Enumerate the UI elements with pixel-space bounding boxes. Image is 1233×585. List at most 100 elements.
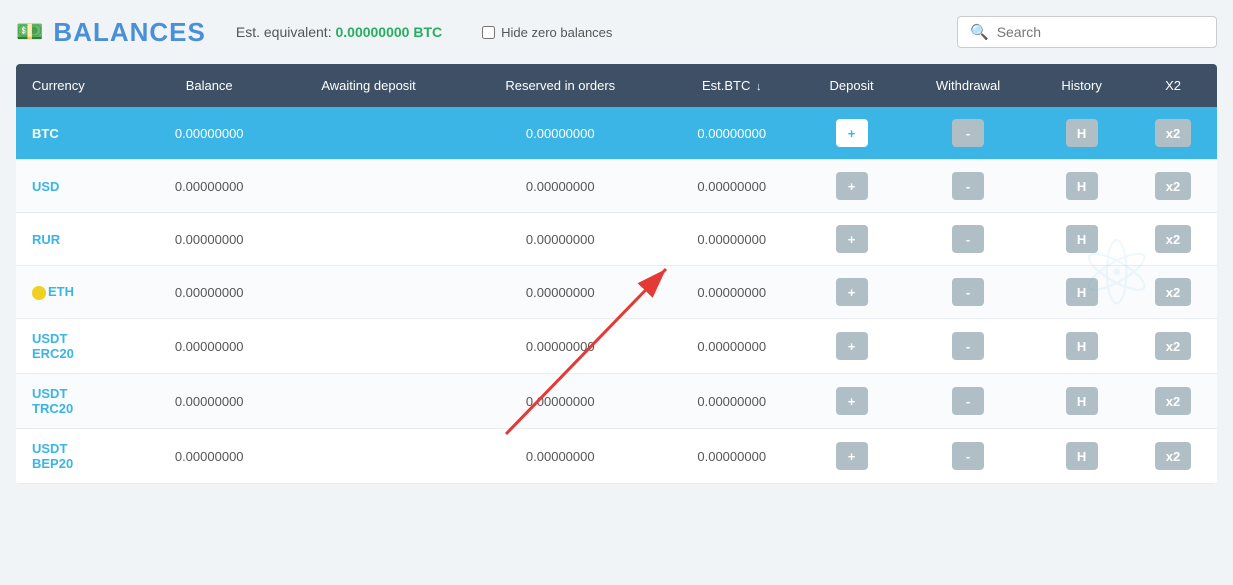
- cell-reserved-orders: 0.00000000: [458, 107, 662, 160]
- table-row: USDT TRC200.000000000.000000000.00000000…: [16, 374, 1217, 429]
- x2-button[interactable]: x2: [1155, 119, 1191, 147]
- cell-history: H: [1034, 429, 1129, 484]
- search-icon: 🔍: [970, 23, 989, 41]
- cell-withdrawal: -: [902, 160, 1034, 213]
- withdrawal-button[interactable]: -: [952, 119, 984, 147]
- cell-currency: USDT TRC20: [16, 374, 140, 429]
- x2-button[interactable]: x2: [1155, 387, 1191, 415]
- x2-button[interactable]: x2: [1155, 332, 1191, 360]
- withdrawal-button[interactable]: -: [952, 387, 984, 415]
- cell-balance: 0.00000000: [140, 319, 279, 374]
- cell-currency: USDT ERC20: [16, 319, 140, 374]
- history-button[interactable]: H: [1066, 442, 1098, 470]
- cell-x2: x2: [1129, 266, 1217, 319]
- cell-withdrawal: -: [902, 374, 1034, 429]
- cell-history: H: [1034, 266, 1129, 319]
- table-row: ETH0.000000000.000000000.00000000+-Hx2: [16, 266, 1217, 319]
- cell-withdrawal: -: [902, 213, 1034, 266]
- table-row: BTC0.000000000.000000000.00000000+-Hx2: [16, 107, 1217, 160]
- cell-withdrawal: -: [902, 266, 1034, 319]
- deposit-button[interactable]: +: [836, 119, 868, 147]
- hide-zero-text: Hide zero balances: [501, 25, 612, 40]
- history-button[interactable]: H: [1066, 172, 1098, 200]
- cell-reserved-orders: 0.00000000: [458, 160, 662, 213]
- page-title-group: 💵 BALANCES: [16, 17, 206, 48]
- search-box[interactable]: 🔍: [957, 16, 1217, 48]
- cell-awaiting-deposit: [279, 266, 459, 319]
- deposit-button[interactable]: +: [836, 387, 868, 415]
- col-balance: Balance: [140, 64, 279, 107]
- table-row: USDT ERC200.000000000.000000000.00000000…: [16, 319, 1217, 374]
- table-header-row: Currency Balance Awaiting deposit Reserv…: [16, 64, 1217, 107]
- x2-button[interactable]: x2: [1155, 278, 1191, 306]
- cell-est-btc: 0.00000000: [662, 213, 801, 266]
- cell-history: H: [1034, 213, 1129, 266]
- search-input[interactable]: [997, 24, 1197, 40]
- col-x2: X2: [1129, 64, 1217, 107]
- withdrawal-button[interactable]: -: [952, 225, 984, 253]
- withdrawal-button[interactable]: -: [952, 332, 984, 360]
- cell-deposit: +: [801, 266, 902, 319]
- history-button[interactable]: H: [1066, 225, 1098, 253]
- cell-currency: USDT BEP20: [16, 429, 140, 484]
- currency-link[interactable]: ETH: [48, 284, 74, 299]
- currency-link[interactable]: USD: [32, 179, 59, 194]
- history-button[interactable]: H: [1066, 387, 1098, 415]
- history-button[interactable]: H: [1066, 278, 1098, 306]
- cell-x2: x2: [1129, 160, 1217, 213]
- cell-balance: 0.00000000: [140, 374, 279, 429]
- withdrawal-button[interactable]: -: [952, 172, 984, 200]
- currency-link[interactable]: USDT BEP20: [32, 441, 73, 471]
- cell-currency: RUR: [16, 213, 140, 266]
- cell-history: H: [1034, 374, 1129, 429]
- cell-withdrawal: -: [902, 429, 1034, 484]
- cell-deposit: +: [801, 107, 902, 160]
- cell-reserved-orders: 0.00000000: [458, 319, 662, 374]
- x2-button[interactable]: x2: [1155, 442, 1191, 470]
- col-est-btc[interactable]: Est.BTC ↓: [662, 64, 801, 107]
- history-button[interactable]: H: [1066, 332, 1098, 360]
- deposit-button[interactable]: +: [836, 332, 868, 360]
- cell-est-btc: 0.00000000: [662, 319, 801, 374]
- col-currency: Currency: [16, 64, 140, 107]
- col-est-btc-label: Est.BTC: [702, 78, 750, 93]
- balance-table: Currency Balance Awaiting deposit Reserv…: [16, 64, 1217, 484]
- cell-awaiting-deposit: [279, 319, 459, 374]
- cell-currency: USD: [16, 160, 140, 213]
- cell-deposit: +: [801, 374, 902, 429]
- col-reserved-orders: Reserved in orders: [458, 64, 662, 107]
- col-awaiting-deposit: Awaiting deposit: [279, 64, 459, 107]
- currency-link[interactable]: USDT TRC20: [32, 386, 73, 416]
- currency-link[interactable]: BTC: [32, 126, 59, 141]
- x2-button[interactable]: x2: [1155, 225, 1191, 253]
- cell-deposit: +: [801, 319, 902, 374]
- cell-balance: 0.00000000: [140, 213, 279, 266]
- cell-withdrawal: -: [902, 107, 1034, 160]
- deposit-button[interactable]: +: [836, 278, 868, 306]
- cell-awaiting-deposit: [279, 429, 459, 484]
- col-deposit: Deposit: [801, 64, 902, 107]
- cell-balance: 0.00000000: [140, 107, 279, 160]
- withdrawal-button[interactable]: -: [952, 278, 984, 306]
- cell-x2: x2: [1129, 319, 1217, 374]
- col-history: History: [1034, 64, 1129, 107]
- est-value: 0.00000000 BTC: [335, 24, 442, 40]
- currency-link[interactable]: RUR: [32, 232, 60, 247]
- cell-x2: x2: [1129, 107, 1217, 160]
- history-button[interactable]: H: [1066, 119, 1098, 147]
- deposit-button[interactable]: +: [836, 172, 868, 200]
- x2-button[interactable]: x2: [1155, 172, 1191, 200]
- hide-zero-label[interactable]: Hide zero balances: [482, 25, 612, 40]
- cell-x2: x2: [1129, 213, 1217, 266]
- cell-awaiting-deposit: [279, 213, 459, 266]
- deposit-button[interactable]: +: [836, 225, 868, 253]
- withdrawal-button[interactable]: -: [952, 442, 984, 470]
- table-row: RUR0.000000000.000000000.00000000+-Hx2: [16, 213, 1217, 266]
- cell-currency: ETH: [16, 266, 140, 319]
- cell-est-btc: 0.00000000: [662, 266, 801, 319]
- deposit-button[interactable]: +: [836, 442, 868, 470]
- est-label: Est. equivalent:: [236, 24, 332, 40]
- cell-balance: 0.00000000: [140, 160, 279, 213]
- hide-zero-checkbox[interactable]: [482, 26, 495, 39]
- currency-link[interactable]: USDT ERC20: [32, 331, 74, 361]
